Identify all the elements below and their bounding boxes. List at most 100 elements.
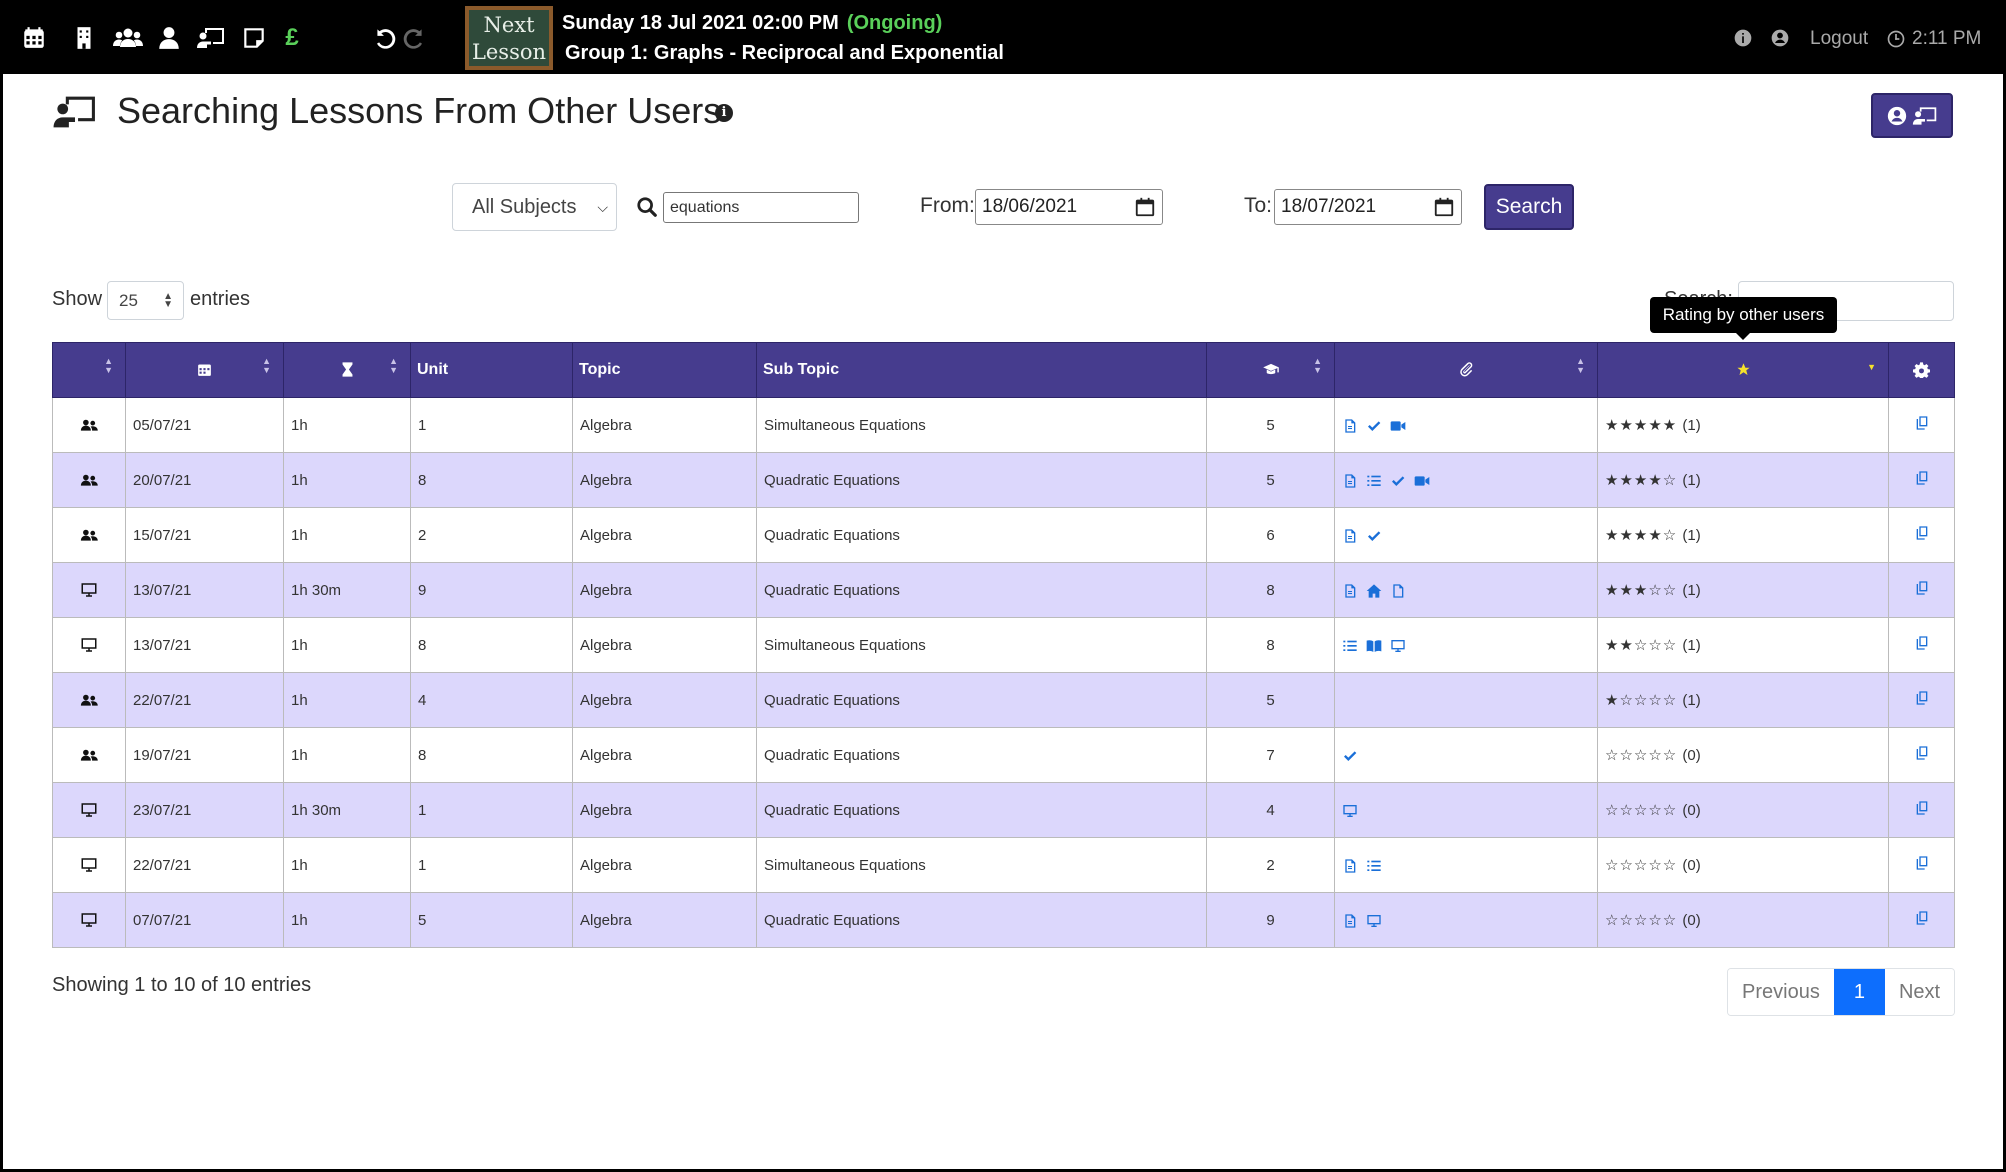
group-icon[interactable] bbox=[112, 24, 144, 52]
building-icon[interactable] bbox=[70, 24, 98, 52]
copy-lesson-button[interactable] bbox=[1888, 452, 1955, 508]
topic-cell: Algebra bbox=[572, 782, 757, 838]
to-date-input[interactable]: 18/07/2021 bbox=[1274, 189, 1462, 225]
table-row[interactable]: 13/07/21 1h 8 Algebra Simultaneous Equations… bbox=[52, 617, 1955, 673]
type-column-header[interactable]: ▲ ▼ bbox=[52, 342, 126, 398]
sub-topic-cell: Quadratic Equations bbox=[756, 452, 1207, 508]
level-column-header[interactable]: ▲ ▼ bbox=[1206, 342, 1335, 398]
table-row[interactable]: 22/07/21 1h 1 Algebra Simultaneous Equations… bbox=[52, 837, 1955, 893]
attachments-column-header[interactable]: ▲ ▼ bbox=[1334, 342, 1598, 398]
document-icon[interactable] bbox=[1342, 472, 1358, 489]
monitor-icon[interactable] bbox=[1342, 802, 1358, 819]
check-icon[interactable] bbox=[1342, 747, 1358, 764]
document-icon[interactable] bbox=[1342, 417, 1358, 434]
book-icon[interactable] bbox=[1366, 637, 1382, 654]
sub-topic-column-header[interactable]: Sub Topic bbox=[756, 342, 1207, 398]
video-icon[interactable] bbox=[1390, 417, 1406, 434]
table-row[interactable]: 15/07/21 1h 2 Algebra Quadratic Equations 6 ★★… bbox=[52, 507, 1955, 563]
topic-column-header[interactable]: Topic bbox=[572, 342, 757, 398]
copy-lesson-button[interactable] bbox=[1888, 782, 1955, 838]
date-column-header[interactable]: ▲ ▼ bbox=[125, 342, 284, 398]
attachments-cell bbox=[1334, 397, 1598, 453]
unit-cell: 8 bbox=[410, 452, 573, 508]
rating-count: (1) bbox=[1682, 417, 1701, 434]
logout-link[interactable]: Logout bbox=[1810, 28, 1868, 50]
settings-column-header[interactable] bbox=[1888, 342, 1955, 398]
check-icon[interactable] bbox=[1366, 527, 1382, 544]
document-icon[interactable] bbox=[1342, 857, 1358, 874]
user-icon[interactable] bbox=[155, 24, 183, 52]
table-row[interactable]: 05/07/21 1h 1 Algebra Simultaneous Equations… bbox=[52, 397, 1955, 453]
copy-lesson-button[interactable] bbox=[1888, 672, 1955, 728]
check-icon[interactable] bbox=[1366, 417, 1382, 434]
rating-cell: ★★☆☆☆ (1) bbox=[1597, 617, 1889, 673]
info-icon[interactable]: i bbox=[715, 104, 733, 122]
page-title: Searching Lessons From Other Users bbox=[117, 90, 722, 131]
top-nav-bar: £ Next Lesson Sunday 18 Jul 2021 02:00 P… bbox=[0, 0, 2006, 74]
info-icon[interactable] bbox=[1733, 28, 1753, 48]
duration-column-header[interactable]: ▲ ▼ bbox=[283, 342, 411, 398]
next-lesson-button[interactable]: Next Lesson bbox=[465, 6, 553, 70]
unit-column-header[interactable]: Unit bbox=[410, 342, 573, 398]
my-lessons-button[interactable] bbox=[1871, 93, 1953, 138]
document-icon[interactable] bbox=[1342, 582, 1358, 599]
duration-cell: 1h bbox=[283, 892, 411, 948]
page-1-button[interactable]: 1 bbox=[1833, 969, 1885, 1015]
pound-icon[interactable]: £ bbox=[278, 24, 306, 52]
copy-lesson-button[interactable] bbox=[1888, 617, 1955, 673]
redo-icon[interactable] bbox=[400, 24, 428, 52]
copy-lesson-button[interactable] bbox=[1888, 397, 1955, 453]
check-icon[interactable] bbox=[1390, 472, 1406, 489]
copy-icon bbox=[1914, 856, 1930, 875]
document-icon[interactable] bbox=[1342, 527, 1358, 544]
table-row[interactable]: 13/07/21 1h 30m 9 Algebra Quadratic Equation… bbox=[52, 562, 1955, 618]
rating-cell: ☆☆☆☆☆ (0) bbox=[1597, 892, 1889, 948]
undo-icon[interactable] bbox=[371, 24, 399, 52]
copy-lesson-button[interactable] bbox=[1888, 837, 1955, 893]
subject-select[interactable]: All Subjects ⌵ bbox=[452, 183, 617, 231]
unit-cell: 5 bbox=[410, 892, 573, 948]
file-icon[interactable] bbox=[1390, 582, 1406, 599]
copy-lesson-button[interactable] bbox=[1888, 562, 1955, 618]
table-row[interactable]: 22/07/21 1h 4 Algebra Quadratic Equations 5 ★☆… bbox=[52, 672, 1955, 728]
lesson-status: (Ongoing) bbox=[846, 12, 943, 34]
copy-lesson-button[interactable] bbox=[1888, 727, 1955, 783]
table-row[interactable]: 19/07/21 1h 8 Algebra Quadratic Equations 7 ☆☆… bbox=[52, 727, 1955, 783]
copy-icon bbox=[1914, 746, 1930, 765]
lesson-type-cell bbox=[52, 727, 126, 783]
calendar-icon[interactable] bbox=[20, 24, 48, 52]
monitor-icon[interactable] bbox=[1366, 912, 1382, 929]
document-icon[interactable] bbox=[1342, 912, 1358, 929]
note-icon[interactable] bbox=[240, 24, 268, 52]
home-icon[interactable] bbox=[1366, 582, 1382, 599]
list-icon[interactable] bbox=[1342, 637, 1358, 654]
search-input[interactable]: equations bbox=[663, 192, 859, 223]
date-cell: 05/07/21 bbox=[125, 397, 284, 453]
previous-button[interactable]: Previous bbox=[1728, 969, 1834, 1015]
video-icon[interactable] bbox=[1414, 472, 1430, 489]
account-icon[interactable] bbox=[1770, 28, 1790, 48]
entries-select[interactable]: 25 ▲ ▼ bbox=[107, 281, 184, 320]
chevron-down-icon: ⌵ bbox=[597, 199, 608, 215]
list-icon[interactable] bbox=[1366, 472, 1382, 489]
search-button[interactable]: Search bbox=[1484, 184, 1574, 230]
table-row[interactable]: 20/07/21 1h 8 Algebra Quadratic Equations 5 ★★… bbox=[52, 452, 1955, 508]
table-row[interactable]: 23/07/21 1h 30m 1 Algebra Quadratic Equation… bbox=[52, 782, 1955, 838]
from-date-input[interactable]: 18/06/2021 bbox=[975, 189, 1163, 225]
level-cell: 8 bbox=[1206, 617, 1335, 673]
presentation-icon[interactable] bbox=[196, 24, 226, 52]
table-row[interactable]: 07/07/21 1h 5 Algebra Quadratic Equations 9 ☆☆… bbox=[52, 892, 1955, 948]
copy-lesson-button[interactable] bbox=[1888, 892, 1955, 948]
next-button[interactable]: Next bbox=[1884, 969, 1955, 1015]
level-cell: 8 bbox=[1206, 562, 1335, 618]
lesson-title[interactable]: Group 1: Graphs - Reciprocal and Exponen… bbox=[565, 42, 1004, 65]
monitor-icon[interactable] bbox=[1390, 637, 1406, 654]
current-time: 2:11 PM bbox=[1912, 28, 1982, 49]
date-cell: 22/07/21 bbox=[125, 837, 284, 893]
list-icon[interactable] bbox=[1366, 857, 1382, 874]
rating-column-header[interactable]: ▼ bbox=[1597, 342, 1889, 398]
from-label: From: bbox=[920, 194, 975, 217]
copy-lesson-button[interactable] bbox=[1888, 507, 1955, 563]
date-cell: 13/07/21 bbox=[125, 562, 284, 618]
rating-tooltip: Rating by other users bbox=[1650, 297, 1837, 340]
